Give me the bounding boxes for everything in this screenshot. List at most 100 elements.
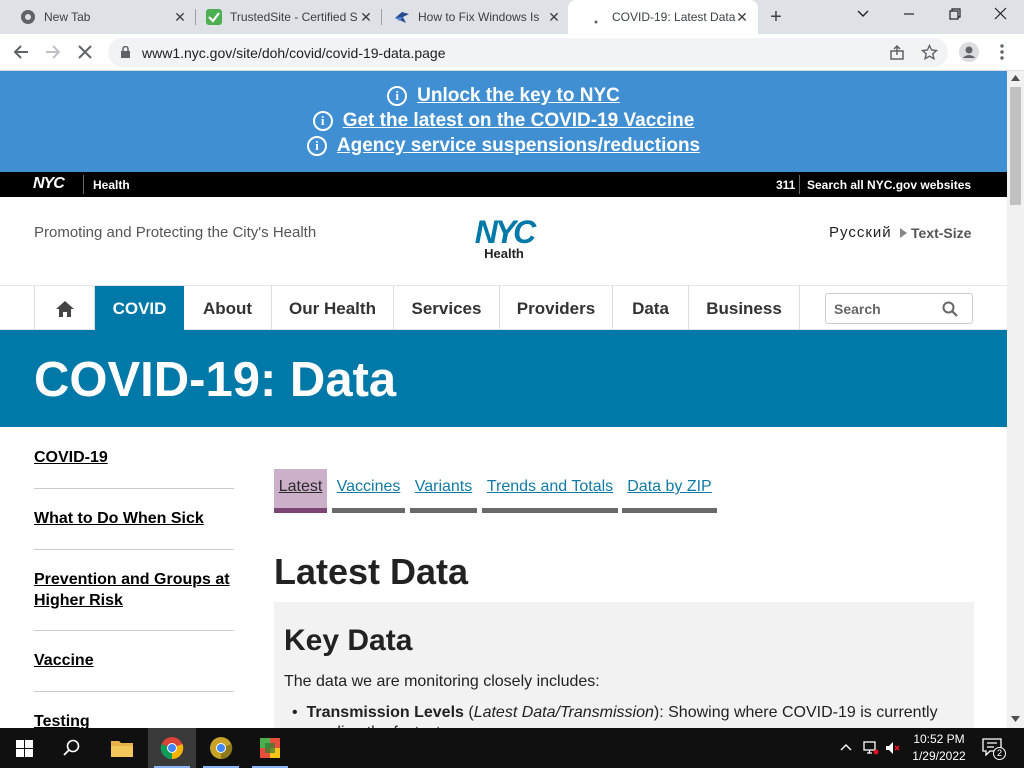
- address-bar[interactable]: www1.nyc.gov/site/doh/covid/covid-19-dat…: [108, 38, 948, 67]
- taskbar-chrome[interactable]: [148, 728, 196, 768]
- close-icon[interactable]: ✕: [358, 9, 374, 25]
- site-search-input[interactable]: Search: [825, 293, 973, 324]
- subtab-vaccines[interactable]: Vaccines: [332, 469, 405, 513]
- chevron-up-icon[interactable]: [840, 743, 852, 751]
- nav-home[interactable]: [34, 286, 95, 331]
- alert-link-unlock[interactable]: Unlock the key to NYC: [417, 85, 620, 107]
- taskbar-file-explorer[interactable]: [98, 728, 146, 768]
- profile-button[interactable]: [957, 40, 981, 64]
- close-window-button[interactable]: [978, 0, 1024, 32]
- tab-strip: New Tab ✕ TrustedSite - Certified S ✕ Ho…: [0, 0, 1024, 34]
- sidebar-item-when-sick[interactable]: What to Do When Sick: [34, 508, 234, 529]
- forward-arrow-icon: [46, 45, 61, 59]
- nav-business[interactable]: Business: [689, 286, 800, 331]
- subtab-latest[interactable]: Latest: [274, 469, 327, 513]
- sidebar-item-vaccine[interactable]: Vaccine: [34, 650, 234, 671]
- text-size-link[interactable]: Text-Size: [911, 225, 971, 241]
- subtab-label: Vaccines: [336, 478, 401, 495]
- key-data-heading: Key Data: [284, 624, 413, 657]
- nyc-health-logo[interactable]: NYC Health: [462, 214, 546, 261]
- scroll-down-icon[interactable]: [1011, 716, 1020, 722]
- clock-time: 10:52 PM: [913, 732, 965, 746]
- page-scrollbar[interactable]: [1007, 71, 1024, 728]
- minimize-button[interactable]: [886, 0, 932, 32]
- subtab-label: Variants: [414, 478, 473, 495]
- forward-button[interactable]: [41, 40, 65, 64]
- site-tagline: Promoting and Protecting the City's Heal…: [34, 224, 317, 241]
- subtab-label: Data by ZIP: [627, 478, 712, 495]
- key-data-intro: The data we are monitoring closely inclu…: [284, 673, 600, 690]
- sidebar-item-testing[interactable]: Testing: [34, 711, 234, 728]
- link-311[interactable]: 311: [776, 178, 795, 192]
- alert-link-suspensions[interactable]: Agency service suspensions/reductions: [337, 135, 700, 157]
- taskbar-search-button[interactable]: [48, 728, 96, 768]
- bullet-italic-link[interactable]: Latest Data/Transmission: [474, 704, 654, 721]
- search-all-nyc-link[interactable]: Search all NYC.gov websites: [807, 178, 971, 192]
- alert-row: i Get the latest on the COVID-19 Vaccine: [0, 110, 1007, 132]
- scrollbar-thumb[interactable]: [1010, 87, 1021, 205]
- system-clock[interactable]: 10:52 PM 1/29/2022: [904, 731, 974, 765]
- nyc-logo-small[interactable]: NYC: [33, 175, 65, 193]
- stop-loading-button[interactable]: [73, 40, 97, 64]
- restore-button[interactable]: [932, 0, 978, 32]
- divider: [34, 488, 234, 489]
- subtab-underline: [410, 508, 477, 513]
- start-button[interactable]: [0, 728, 48, 768]
- nav-services[interactable]: Services: [394, 286, 500, 331]
- tab-trustedsite[interactable]: TrustedSite - Certified S ✕: [186, 0, 382, 34]
- info-icon: i: [387, 86, 408, 106]
- windows-taskbar: 10:52 PM 1/29/2022 2: [0, 728, 1024, 768]
- subtab-underline: [332, 508, 405, 513]
- sidebar-item-prevention[interactable]: Prevention and Groups at Higher Risk: [34, 569, 234, 611]
- kebab-menu-icon: [1000, 44, 1004, 60]
- tab-search-button[interactable]: [840, 0, 886, 32]
- search-placeholder: Search: [834, 301, 881, 317]
- nav-covid[interactable]: COVID: [95, 286, 184, 331]
- share-icon[interactable]: [889, 45, 905, 61]
- subtab-label: Latest: [278, 478, 323, 495]
- nav-providers[interactable]: Providers: [500, 286, 613, 331]
- browser-toolbar: www1.nyc.gov/site/doh/covid/covid-19-dat…: [0, 34, 1024, 71]
- close-icon[interactable]: ✕: [734, 9, 750, 25]
- taskbar-chrome-canary[interactable]: [197, 728, 245, 768]
- list-item: • Transmission Levels (Latest Data/Trans…: [292, 703, 962, 728]
- alert-link-vaccine[interactable]: Get the latest on the COVID-19 Vaccine: [343, 110, 695, 132]
- scroll-up-icon[interactable]: [1011, 75, 1020, 81]
- logo-nyc-text: NYC: [474, 214, 537, 250]
- browser-menu-button[interactable]: [990, 40, 1014, 64]
- nav-about[interactable]: About: [184, 286, 272, 331]
- close-icon: [994, 7, 1007, 20]
- tab-new-tab[interactable]: New Tab ✕: [0, 0, 196, 34]
- star-icon[interactable]: [921, 44, 938, 61]
- tab-how-to-fix[interactable]: How to Fix Windows Is ✕: [374, 0, 570, 34]
- taskbar-app[interactable]: [246, 728, 294, 768]
- agency-name[interactable]: Health: [93, 178, 130, 192]
- divider: [34, 630, 234, 631]
- brand-header: Promoting and Protecting the City's Heal…: [0, 197, 1007, 285]
- subtab-zip[interactable]: Data by ZIP: [622, 469, 717, 513]
- triangle-right-icon: [900, 228, 907, 238]
- divider: [34, 691, 234, 692]
- network-icon[interactable]: [863, 741, 879, 755]
- url-text: www1.nyc.gov/site/doh/covid/covid-19-dat…: [142, 45, 446, 61]
- subtab-underline: [482, 508, 618, 513]
- search-icon[interactable]: [942, 301, 958, 317]
- info-icon: i: [306, 136, 327, 156]
- nav-data[interactable]: Data: [613, 286, 689, 331]
- subtab-trends[interactable]: Trends and Totals: [482, 469, 618, 513]
- key-data-box: Key Data The data we are monitoring clos…: [274, 602, 974, 728]
- tab-label: COVID-19: Latest Data: [612, 10, 736, 24]
- app-tiles-icon: [260, 738, 280, 758]
- search-icon: [63, 739, 80, 756]
- tab-covid-data[interactable]: COVID-19: Latest Data ✕: [568, 0, 758, 34]
- language-link[interactable]: Русский: [829, 224, 892, 241]
- subtab-variants[interactable]: Variants: [410, 469, 477, 513]
- nav-our-health[interactable]: Our Health: [272, 286, 394, 331]
- alert-row: i Unlock the key to NYC: [0, 85, 1007, 107]
- sidebar-item-covid-19[interactable]: COVID-19: [34, 447, 234, 468]
- close-icon[interactable]: ✕: [546, 9, 562, 25]
- notification-center-button[interactable]: 2: [982, 738, 1006, 760]
- back-button[interactable]: [9, 40, 33, 64]
- volume-muted-icon[interactable]: [885, 741, 901, 755]
- new-tab-button[interactable]: +: [764, 6, 788, 30]
